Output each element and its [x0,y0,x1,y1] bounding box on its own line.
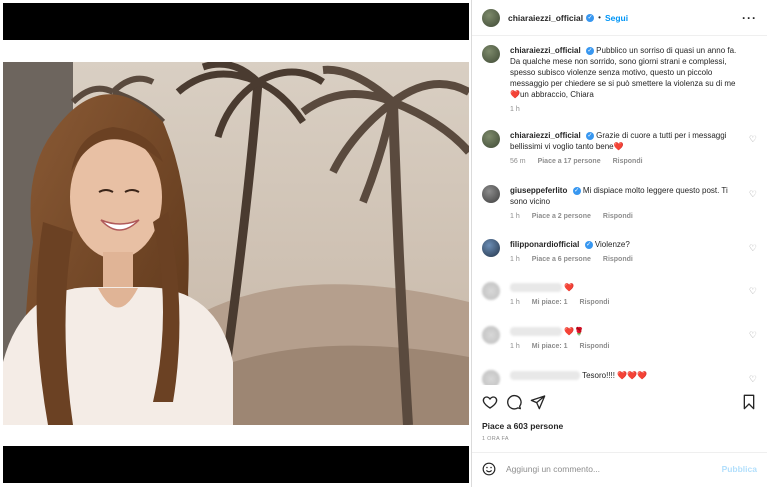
red-heart-emoji: ❤️ [564,327,575,336]
comment-text-tail: un abbraccio, Chiara [519,90,594,99]
save-bookmark-icon[interactable] [741,394,757,410]
comment-username[interactable]: filipponardiofficial [510,240,579,249]
comment-timestamp[interactable]: 1 h [510,213,520,220]
verified-badge-icon: ✓ [585,46,594,55]
author-avatar[interactable] [482,8,500,27]
more-horizontal-icon[interactable]: ··· [742,11,757,25]
like-comment-heart-icon[interactable]: ♡ [749,286,757,297]
comment-item: filipponardiofficial ✓ Violenze? 1 h Pia… [482,239,757,263]
separator-dot: • [598,13,601,22]
share-send-icon[interactable] [530,394,546,410]
post-timestamp[interactable]: 1 ORA FA [482,436,509,442]
comment-timestamp[interactable]: 1 h [510,299,520,306]
post-photo[interactable] [3,62,469,425]
post-header: chiaraiezzi_official ✓ • Segui ··· [472,0,767,36]
caption: chiaraiezzi_official ✓ Pubblico un sorri… [482,45,757,113]
post-media [0,0,471,487]
red-heart-emoji: ❤️ [613,142,624,151]
letterbox-bottom [3,446,469,483]
comment-username[interactable]: chiaraiezzi_official [510,131,581,140]
comment-item-blurred: Tesoro!!!! ❤️❤️❤️ ♡ [482,370,757,385]
comment-timestamp[interactable]: 1 h [510,256,520,263]
instagram-post-view: chiaraiezzi_official ✓ • Segui ··· chiar… [0,0,767,487]
post-details-panel: chiaraiezzi_official ✓ • Segui ··· chiar… [471,0,767,487]
blurred-username [510,327,562,337]
red-heart-emoji: ❤️ [510,90,520,99]
like-comment-heart-icon[interactable]: ♡ [749,134,757,145]
reply-button[interactable]: Rispondi [603,213,633,220]
comment-item-blurred: ❤️ 1 h Mi piace: 1 Rispondi ♡ [482,282,757,306]
comment-text: Tesoro!!!! [582,371,615,380]
publish-button[interactable]: Pubblica [722,464,757,474]
comment-username[interactable]: chiaraiezzi_official [510,46,581,55]
follow-button[interactable]: Segui [605,13,628,23]
comment-likes[interactable]: Piace a 2 persone [532,213,591,220]
post-actions-bar [482,394,757,412]
red-heart-emoji: ❤️ [564,283,575,292]
commenter-avatar[interactable] [482,326,500,344]
comment-bubble-icon[interactable] [506,394,522,410]
reply-button[interactable]: Rispondi [603,256,633,263]
comment-item-blurred: ❤️🌹 1 h Mi piace: 1 Rispondi ♡ [482,326,757,350]
comment-timestamp[interactable]: 56 m [510,158,526,165]
like-comment-heart-icon[interactable]: ♡ [749,189,757,200]
author-avatar[interactable] [482,45,500,63]
verified-badge-icon: ✓ [584,240,593,249]
red-hearts-emoji: ❤️❤️❤️ [617,371,648,380]
letterbox-top [3,3,469,40]
like-comment-heart-icon[interactable]: ♡ [749,374,757,385]
rose-emoji: 🌹 [574,327,585,336]
comment-timestamp[interactable]: 1 h [510,343,520,350]
photo-illustration [3,62,469,425]
commenter-avatar[interactable] [482,282,500,300]
like-heart-icon[interactable] [482,394,498,410]
comment-username[interactable]: giuseppeferlito [510,186,567,195]
comments-list: chiaraiezzi_official ✓ Pubblico un sorri… [472,37,767,385]
commenter-avatar[interactable] [482,239,500,257]
commenter-avatar[interactable] [482,130,500,148]
author-username[interactable]: chiaraiezzi_official [508,13,583,23]
comment-likes[interactable]: Mi piace: 1 [532,299,568,306]
verified-badge-icon: ✓ [586,13,595,22]
like-comment-heart-icon[interactable]: ♡ [749,330,757,341]
comment-text: Violenze? [594,240,630,249]
comment-item: chiaraiezzi_official ✓ Grazie di cuore a… [482,130,757,165]
add-comment-bar: Pubblica [472,452,767,485]
blurred-username [510,283,562,293]
commenter-avatar[interactable] [482,370,500,385]
verified-badge-icon: ✓ [585,131,594,140]
comment-item: giuseppeferlito ✓ Mi dispiace molto legg… [482,185,757,220]
reply-button[interactable]: Rispondi [613,158,643,165]
like-comment-heart-icon[interactable]: ♡ [749,243,757,254]
comment-likes[interactable]: Piace a 17 persone [538,158,601,165]
reply-button[interactable]: Rispondi [580,299,610,306]
emoji-smiley-icon[interactable] [482,462,496,476]
verified-badge-icon: ✓ [572,186,581,195]
likes-count[interactable]: Piace a 603 persone [482,421,563,431]
commenter-avatar[interactable] [482,185,500,203]
comment-likes[interactable]: Piace a 6 persone [532,256,591,263]
comment-likes[interactable]: Mi piace: 1 [532,343,568,350]
comment-input[interactable] [506,464,722,474]
reply-button[interactable]: Rispondi [580,343,610,350]
comment-timestamp[interactable]: 1 h [510,106,520,113]
blurred-username [510,371,580,381]
